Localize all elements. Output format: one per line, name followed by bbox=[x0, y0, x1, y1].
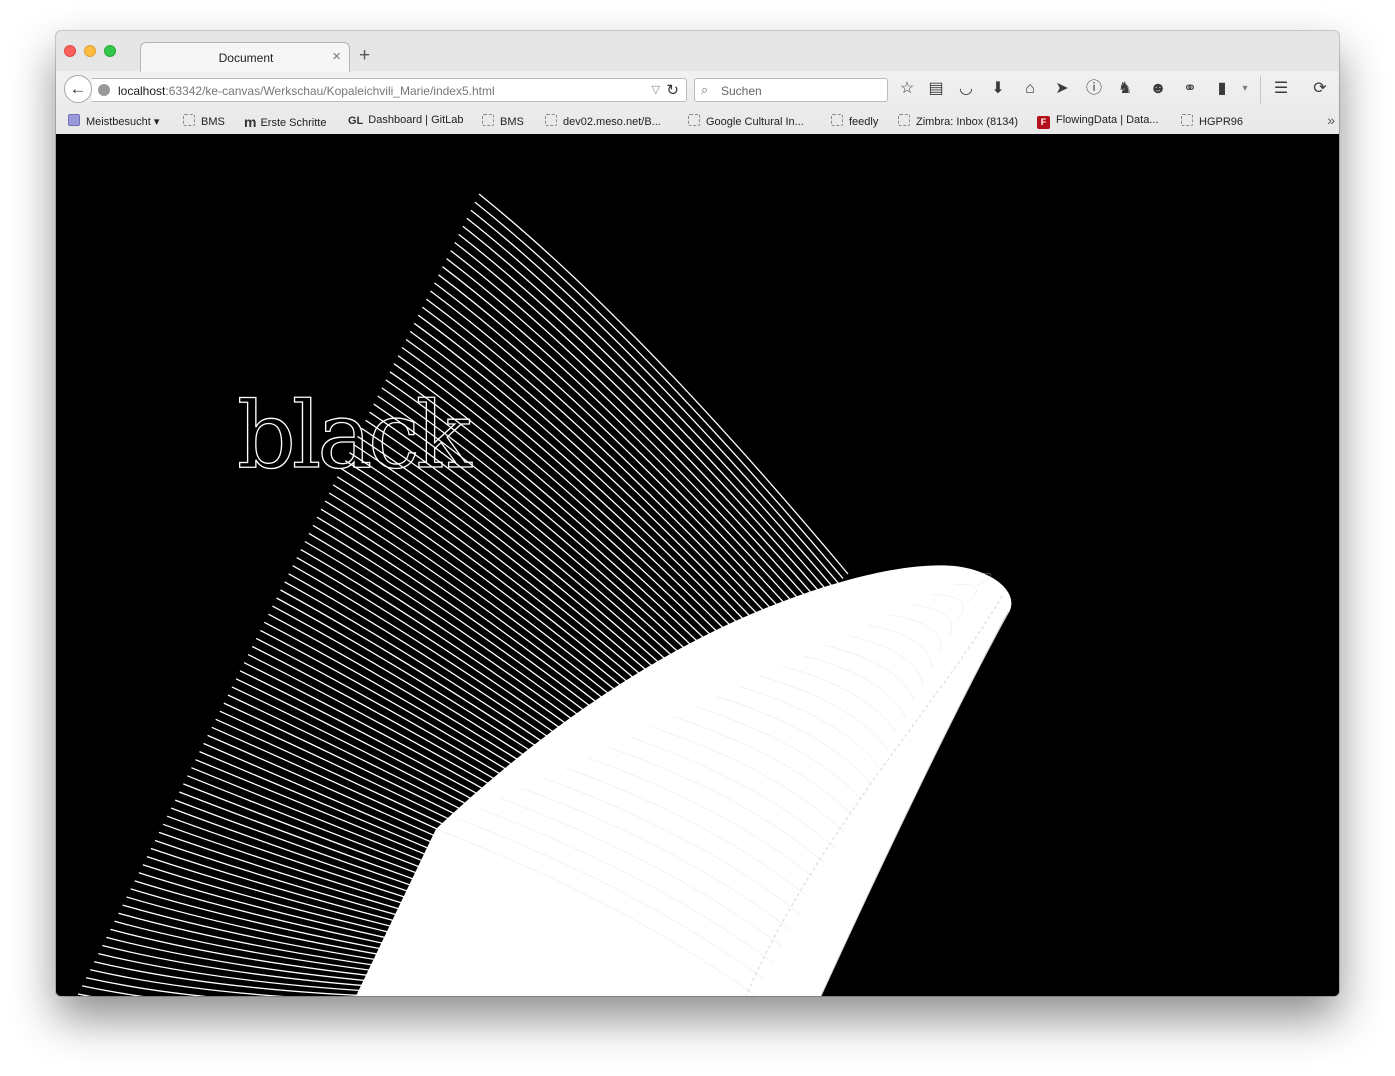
navigation-bar: ← localhost:63342/ke-canvas/Werkschau/Ko… bbox=[56, 71, 1339, 108]
page-icon bbox=[1181, 114, 1193, 126]
tab-close-icon[interactable]: × bbox=[332, 48, 341, 65]
page-icon bbox=[545, 114, 557, 126]
flowingdata-icon: F bbox=[1037, 116, 1050, 129]
bookmark-item[interactable]: feedly bbox=[831, 114, 878, 128]
bookmark-label: feedly bbox=[849, 116, 879, 128]
clipboard-dropdown-icon[interactable]: ▾ bbox=[1234, 80, 1256, 98]
sync-icon[interactable]: ⟳ bbox=[1309, 80, 1331, 98]
gitlab-icon: GL bbox=[348, 115, 364, 127]
page-icon bbox=[898, 114, 910, 126]
fan-line bbox=[417, 314, 774, 642]
fan-line bbox=[438, 274, 799, 619]
page-icon bbox=[688, 114, 700, 126]
search-input[interactable]: ⌕ Suchen bbox=[694, 78, 888, 102]
bookmarks-toolbar: » Meistbesucht ▾ BMS m Erste Schritte GL Dash… bbox=[56, 108, 1339, 134]
pocket-icon[interactable]: ◡ bbox=[955, 80, 977, 98]
bookmark-label: BMS bbox=[201, 116, 225, 128]
menu-icon[interactable]: ☰ bbox=[1270, 80, 1292, 98]
url-history-dropdown-icon[interactable]: ▽ bbox=[652, 83, 660, 96]
reload-icon[interactable]: ↻ bbox=[666, 81, 679, 99]
url-text[interactable]: localhost:63342/ke-canvas/Werkschau/Kopa… bbox=[118, 84, 495, 98]
fan-line bbox=[470, 209, 839, 584]
bookmark-item[interactable]: Zimbra: Inbox (8134) bbox=[898, 114, 1018, 128]
fan-line bbox=[425, 298, 784, 633]
clipboard-icon[interactable]: ▮ bbox=[1211, 80, 1233, 98]
info-icon[interactable]: ⓘ bbox=[1083, 80, 1105, 98]
browser-window: Document × + ← localhost:63342/ke-canvas… bbox=[56, 31, 1339, 996]
fan-line bbox=[462, 225, 829, 593]
search-icon: ⌕ bbox=[701, 82, 709, 97]
page-icon bbox=[183, 114, 195, 126]
bookmark-item[interactable]: dev02.meso.net/B... bbox=[545, 114, 661, 128]
bookmark-label: Dashboard | GitLab bbox=[368, 114, 464, 126]
toolbar-separator bbox=[1260, 76, 1261, 104]
tab-title: Document bbox=[218, 51, 274, 65]
canvas-word-black: black bbox=[236, 382, 472, 489]
bookmark-item[interactable]: GL Dashboard | GitLab bbox=[348, 114, 463, 127]
share-icon[interactable]: ⚭ bbox=[1179, 80, 1201, 98]
smiley-icon[interactable]: ☻ bbox=[1147, 80, 1169, 98]
bookmark-label: Zimbra: Inbox (8134) bbox=[916, 116, 1019, 128]
back-button[interactable]: ← bbox=[64, 75, 92, 103]
page-icon bbox=[831, 114, 843, 126]
bookmark-label: Meistbesucht ▾ bbox=[86, 116, 160, 128]
send-icon[interactable]: ➤ bbox=[1051, 80, 1073, 98]
new-tab-button[interactable]: + bbox=[359, 46, 370, 66]
bookmark-label: HGPR96 bbox=[1199, 116, 1244, 128]
bookmark-label: Erste Schritte bbox=[260, 117, 327, 129]
fan-line bbox=[77, 993, 92, 996]
download-icon[interactable]: ⬇ bbox=[987, 80, 1009, 98]
window-maximize-button[interactable] bbox=[104, 45, 116, 57]
browser-chrome: Document × + ← localhost:63342/ke-canvas… bbox=[56, 31, 1339, 135]
bookmark-label: FlowingData | Data... bbox=[1056, 114, 1159, 126]
page-content: black bbox=[56, 134, 1339, 996]
meso-icon: m bbox=[244, 114, 257, 130]
fan-line bbox=[430, 290, 789, 628]
window-minimize-button[interactable] bbox=[84, 45, 96, 57]
globe-icon bbox=[98, 84, 110, 96]
reading-list-icon[interactable]: ▤ bbox=[925, 80, 947, 98]
fan-line bbox=[458, 233, 824, 597]
bookmark-label: Google Cultural In... bbox=[706, 116, 804, 128]
bookmark-star-icon[interactable]: ☆ bbox=[896, 80, 918, 98]
window-close-button[interactable] bbox=[64, 45, 76, 57]
bookmark-item[interactable]: F FlowingData | Data... bbox=[1037, 114, 1159, 129]
bookmark-item[interactable]: BMS bbox=[482, 114, 524, 128]
bookmark-item[interactable]: m Erste Schritte bbox=[244, 114, 326, 130]
bookmark-label: dev02.meso.net/B... bbox=[563, 116, 661, 128]
fan-line bbox=[466, 217, 834, 588]
canvas-artwork bbox=[77, 193, 1012, 996]
fan-line bbox=[421, 306, 779, 637]
fan-line bbox=[134, 880, 426, 953]
bookmark-item[interactable]: Meistbesucht ▾ bbox=[68, 114, 159, 128]
page-icon bbox=[482, 114, 494, 126]
bookmark-item[interactable]: HGPR96 bbox=[1181, 114, 1243, 128]
bookmark-label: BMS bbox=[500, 116, 524, 128]
tab-strip: Document × + bbox=[56, 31, 1339, 72]
url-bar[interactable]: localhost:63342/ke-canvas/Werkschau/Kopa… bbox=[92, 78, 687, 102]
folder-icon bbox=[68, 114, 80, 126]
bookmark-item[interactable]: Google Cultural In... bbox=[688, 114, 804, 128]
search-placeholder: Suchen bbox=[721, 84, 762, 98]
bookmarks-overflow-icon[interactable]: » bbox=[1327, 112, 1335, 128]
fan-line bbox=[478, 193, 849, 575]
bookmark-item[interactable]: BMS bbox=[183, 114, 225, 128]
extension-icon[interactable]: ♞ bbox=[1114, 80, 1136, 98]
home-icon[interactable]: ⌂ bbox=[1019, 80, 1041, 98]
tab-document[interactable]: Document × bbox=[140, 42, 350, 72]
